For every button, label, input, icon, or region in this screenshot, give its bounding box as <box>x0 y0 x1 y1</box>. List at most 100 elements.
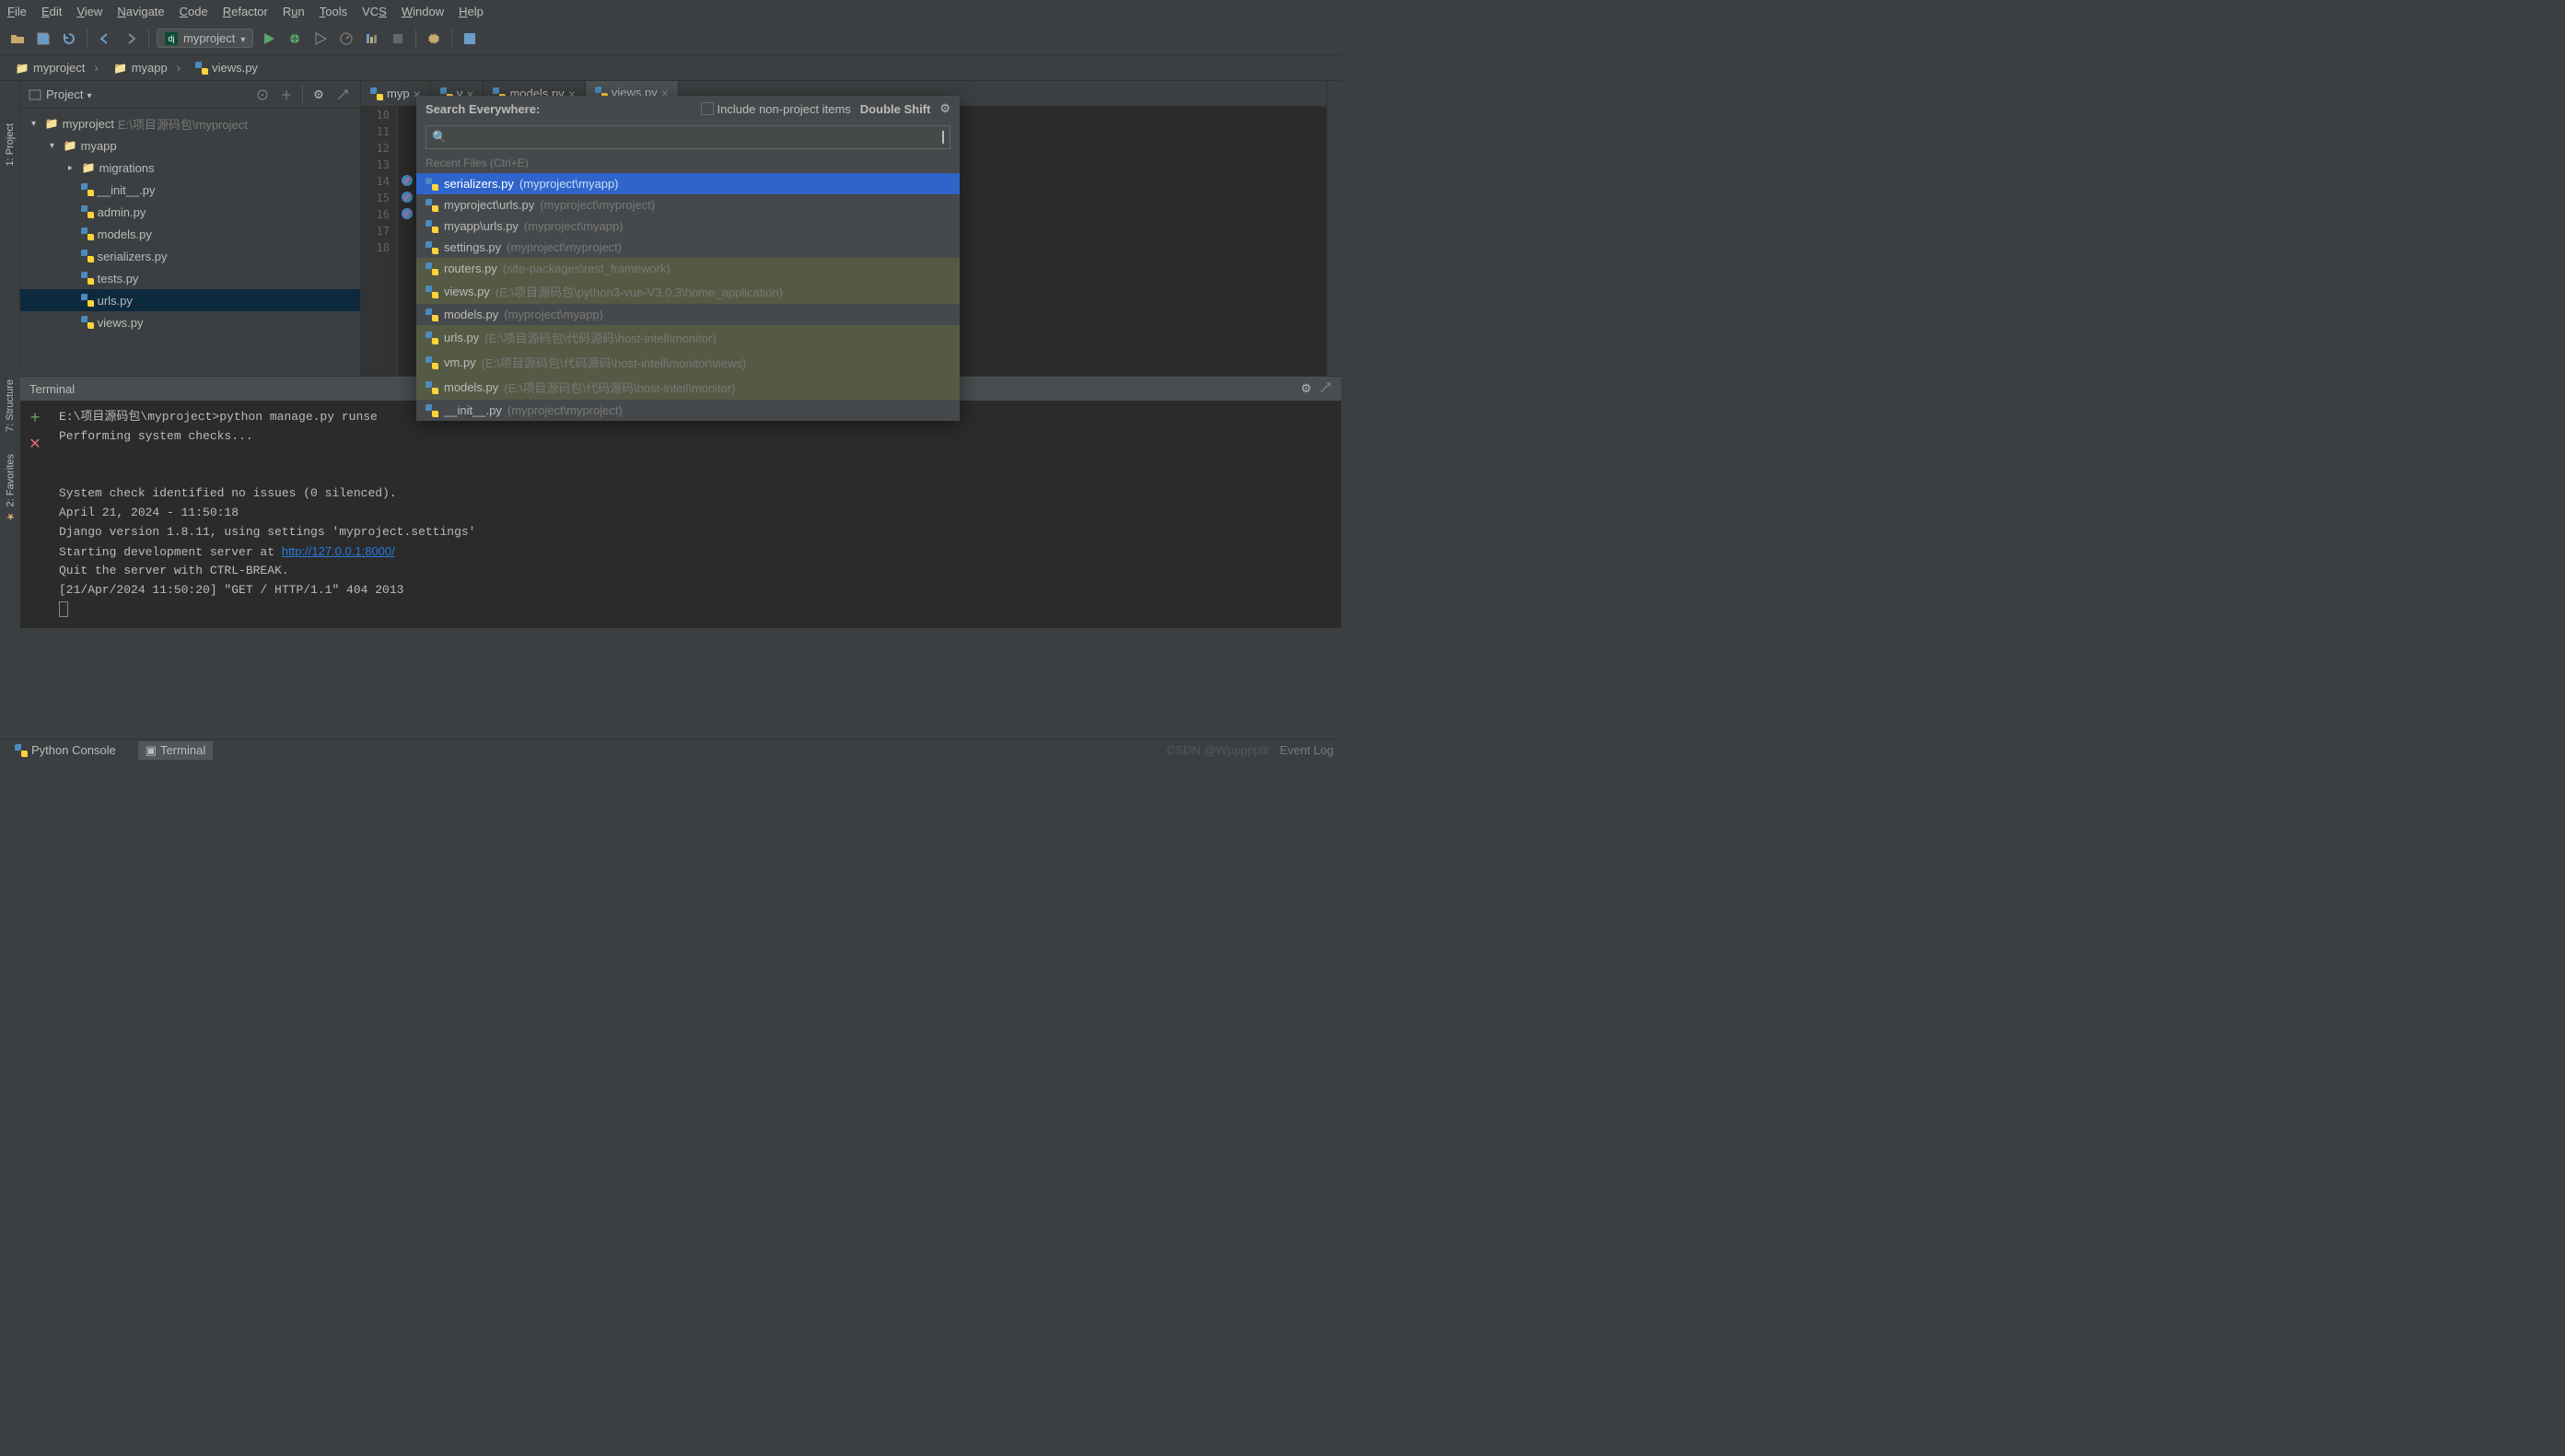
gutter-mark-3[interactable] <box>400 206 414 224</box>
toolbar: dj myproject <box>0 22 1341 55</box>
bottom-tab-python-console[interactable]: Python Console <box>7 741 123 759</box>
menu-file[interactable]: File <box>7 5 27 18</box>
python-icon <box>426 220 438 233</box>
run-config-label: myproject <box>183 31 235 45</box>
chevron-down-icon <box>87 87 91 101</box>
search-result-row[interactable]: myapp\urls.py (myproject\myapp) <box>416 215 960 237</box>
search-section-label: Recent Files (Ctrl+E) <box>416 153 960 173</box>
search-result-row[interactable]: routers.py (site-packages\rest_framework… <box>416 258 960 279</box>
python-icon <box>81 227 94 240</box>
new-session-icon[interactable]: + <box>30 408 41 427</box>
hide-icon[interactable] <box>332 85 353 105</box>
left-tab-favorites[interactable]: ★2: Favorites <box>3 443 18 533</box>
tree-row[interactable]: serializers.py <box>20 245 360 267</box>
menu-tools[interactable]: Tools <box>320 5 347 18</box>
search-result-row[interactable]: vm.py (E:\项目源码包\代码源码\host-intell\monitor… <box>416 350 960 375</box>
shortcut-hint: Double Shift <box>860 102 931 116</box>
search-result-row[interactable]: views.py (E:\项目源码包\python3-vue-V3.0.3\ho… <box>416 279 960 304</box>
tree-row[interactable]: __init__.py <box>20 179 360 201</box>
tree-row[interactable]: ▸ migrations <box>20 157 360 179</box>
gear-icon[interactable] <box>1300 381 1312 397</box>
bottom-tab-terminal[interactable]: ▣ Terminal <box>138 741 213 760</box>
search-result-row[interactable]: models.py (E:\项目源码包\代码源码\host-intell\mon… <box>416 375 960 400</box>
manage-py-icon[interactable] <box>460 29 480 49</box>
project-title[interactable]: Project <box>46 87 249 101</box>
search-result-row[interactable]: models.py (myproject\myapp) <box>416 304 960 325</box>
run-icon[interactable] <box>259 29 279 49</box>
python-icon <box>426 309 438 321</box>
menu-help[interactable]: Help <box>459 5 484 18</box>
menu-run[interactable]: Run <box>283 5 305 18</box>
stop-icon[interactable] <box>388 29 408 49</box>
bottom-toolbar: Python Console ▣ Terminal CSDN @Wpppppll… <box>0 739 1341 761</box>
search-result-row[interactable]: myproject\urls.py (myproject\myproject) <box>416 194 960 215</box>
tree-row[interactable]: models.py <box>20 223 360 245</box>
open-icon[interactable] <box>7 29 28 49</box>
tree-row[interactable]: ▾ myprojectE:\项目源码包\myproject <box>20 112 360 134</box>
line-number: 12 <box>361 140 397 157</box>
line-number: 18 <box>361 239 397 256</box>
tree-row[interactable]: urls.py <box>20 289 360 311</box>
concurrency-icon[interactable] <box>362 29 382 49</box>
hide-icon[interactable] <box>1319 381 1332 397</box>
checkbox-icon[interactable] <box>701 102 714 115</box>
menu-code[interactable]: Code <box>180 5 208 18</box>
menu-navigate[interactable]: Navigate <box>117 5 164 18</box>
run-coverage-icon[interactable] <box>310 29 331 49</box>
line-number: 11 <box>361 123 397 140</box>
python-icon <box>426 404 438 417</box>
collapse-icon[interactable] <box>276 85 297 105</box>
gutter-mark-2[interactable] <box>400 190 414 207</box>
terminal-content[interactable]: E:\项目源码包\myproject>python manage.py runs… <box>50 401 1341 628</box>
server-url-link[interactable]: http://127.0.0.1:8000/ <box>282 544 395 558</box>
tree-row[interactable]: views.py <box>20 311 360 333</box>
python-icon <box>426 241 438 254</box>
gear-icon[interactable] <box>939 101 950 116</box>
menu-vcs[interactable]: VCS <box>362 5 387 18</box>
project-tree[interactable]: ▾ myprojectE:\项目源码包\myproject▾ myapp▸ mi… <box>20 109 360 376</box>
breadcrumb-item[interactable]: myproject <box>7 59 106 77</box>
search-result-row[interactable]: __init__.py (myproject\myproject) <box>416 400 960 421</box>
folder-icon <box>44 116 59 131</box>
left-tab-project[interactable]: 1: Project <box>3 118 17 171</box>
search-input-wrap[interactable]: 🔍 <box>426 125 950 149</box>
breadcrumb-item[interactable]: myapp <box>106 59 188 77</box>
search-result-row[interactable]: serializers.py (myproject\myapp) <box>416 173 960 194</box>
save-icon[interactable] <box>33 29 53 49</box>
search-input[interactable] <box>447 131 942 145</box>
chevron-down-icon <box>240 31 245 45</box>
run-config-dropdown[interactable]: dj myproject <box>157 29 253 48</box>
forward-icon[interactable] <box>121 29 141 49</box>
left-tab-structure[interactable]: 7: Structure <box>3 368 17 443</box>
debug-icon[interactable] <box>285 29 305 49</box>
line-gutter: 101112131415161718 <box>361 107 398 376</box>
search-everywhere-popup: Search Everywhere: Include non-project i… <box>416 96 960 421</box>
menu-window[interactable]: Window <box>402 5 444 18</box>
refresh-icon[interactable] <box>59 29 79 49</box>
back-icon[interactable] <box>95 29 115 49</box>
line-number: 10 <box>361 107 397 123</box>
event-log-link[interactable]: Event Log <box>1279 743 1334 757</box>
terminal-icon: ▣ <box>146 743 157 758</box>
target-icon[interactable] <box>252 85 273 105</box>
tree-row[interactable]: tests.py <box>20 267 360 289</box>
gutter-mark-1[interactable] <box>400 173 414 191</box>
search-result-row[interactable]: urls.py (E:\项目源码包\代码源码\host-intell\monit… <box>416 325 960 350</box>
menu-edit[interactable]: Edit <box>41 5 62 18</box>
python-icon <box>195 62 208 75</box>
line-number: 16 <box>361 206 397 223</box>
profile-icon[interactable] <box>336 29 356 49</box>
gear-icon[interactable] <box>309 85 329 105</box>
include-nonproject-check[interactable]: Include non-project items <box>701 102 851 116</box>
menu-view[interactable]: View <box>76 5 102 18</box>
folder-icon <box>113 61 128 76</box>
search-result-row[interactable]: settings.py (myproject\myproject) <box>416 237 960 258</box>
python-icon <box>81 272 94 285</box>
line-number: 14 <box>361 173 397 190</box>
close-session-icon[interactable]: ✕ <box>29 435 41 453</box>
tree-row[interactable]: ▾ myapp <box>20 134 360 157</box>
breadcrumb-item[interactable]: views.py <box>188 59 274 76</box>
tree-row[interactable]: admin.py <box>20 201 360 223</box>
settings-icon[interactable] <box>424 29 444 49</box>
menu-refactor[interactable]: Refactor <box>223 5 268 18</box>
